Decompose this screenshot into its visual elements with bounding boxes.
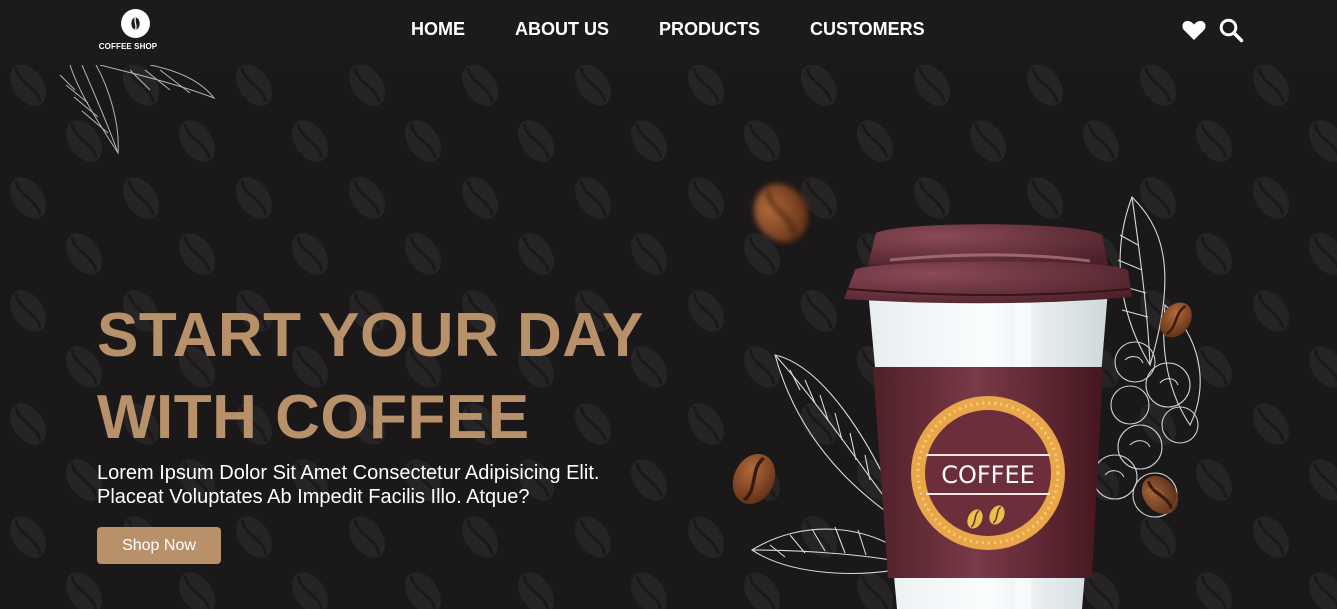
hero-subtitle: Lorem Ipsum Dolor Sit Amet Consectetur A… bbox=[97, 461, 599, 509]
heart-icon[interactable] bbox=[1181, 17, 1207, 43]
coffee-bean-right-upper bbox=[1160, 302, 1192, 338]
logo-text: COFFEE SHOP bbox=[98, 42, 158, 51]
nav-about-us[interactable]: ABOUT US bbox=[515, 19, 609, 39]
nav-products[interactable]: PRODUCTS bbox=[659, 19, 760, 39]
hero-subtitle-line-1: Lorem Ipsum Dolor Sit Amet Consectetur A… bbox=[97, 462, 600, 484]
nav-customers[interactable]: CUSTOMERS bbox=[810, 19, 925, 39]
hero-title-line-2: WITH COFFEE bbox=[97, 383, 530, 452]
coffee-bean-left bbox=[732, 453, 776, 505]
hero-title: START YOUR DAY WITH COFFEE bbox=[97, 295, 644, 459]
hero-subtitle-line-2: Placeat Voluptates Ab Impedit Facilis Il… bbox=[97, 486, 530, 508]
cup-lid bbox=[844, 224, 1132, 304]
site-header: COFFEE SHOP HOME ABOUT US PRODUCTS CUSTO… bbox=[0, 0, 1337, 65]
leaf-outline-top-left bbox=[59, 65, 216, 155]
search-icon[interactable] bbox=[1218, 17, 1244, 43]
logo[interactable]: COFFEE SHOP bbox=[97, 7, 159, 53]
nav-home[interactable]: HOME bbox=[411, 19, 465, 39]
coffee-bean-icon bbox=[121, 9, 150, 38]
coffee-bean-right-lower bbox=[1141, 475, 1179, 515]
cup-label-text: COFFEE bbox=[941, 461, 1035, 489]
hero-section: COFFEE START YOUR DAY WITH COFFEE Lorem … bbox=[0, 65, 1337, 609]
hero-title-line-1: START YOUR DAY bbox=[97, 301, 644, 370]
coffee-bean-blurred bbox=[753, 183, 809, 243]
shop-now-button[interactable]: Shop Now bbox=[97, 527, 221, 564]
